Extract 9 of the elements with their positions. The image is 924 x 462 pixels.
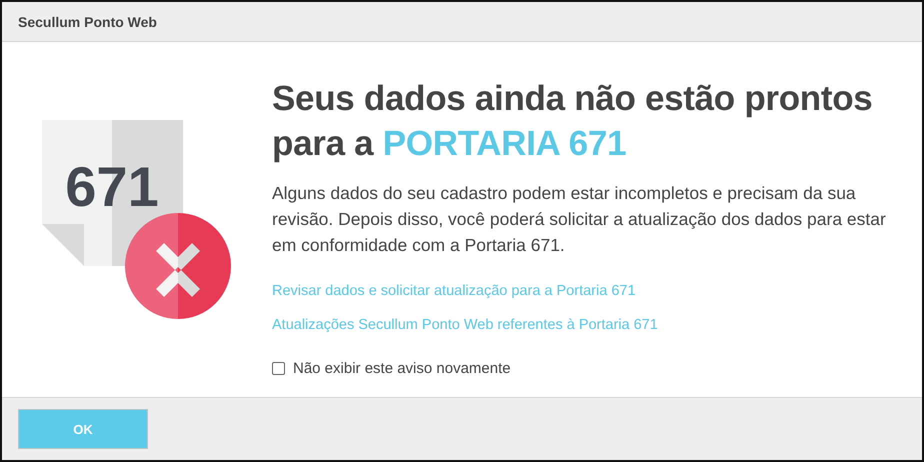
window-title: Secullum Ponto Web (18, 14, 157, 30)
checkbox-label[interactable]: Não exibir este aviso novamente (293, 360, 511, 377)
link[interactable]: Atualizações Secullum Ponto Web referentes à Portaria 671 (272, 316, 658, 334)
ok-button[interactable]: OK (18, 409, 148, 449)
message-text: Alguns dados do seu cadastro podem estar incompletos e precisam da sua revisão. Depois disso, você poderá solicitar a atualização dos dados para estar em conformidade com a Portaria 671. (272, 182, 887, 257)
document-number: 671 (65, 155, 159, 218)
heading: Seus dados ainda não estão prontos para a PORTARIA 671 (272, 78, 874, 165)
checkbox[interactable] (272, 362, 285, 375)
link[interactable]: Revisar dados e solicitar atualização para a Portaria 671 (272, 282, 636, 300)
